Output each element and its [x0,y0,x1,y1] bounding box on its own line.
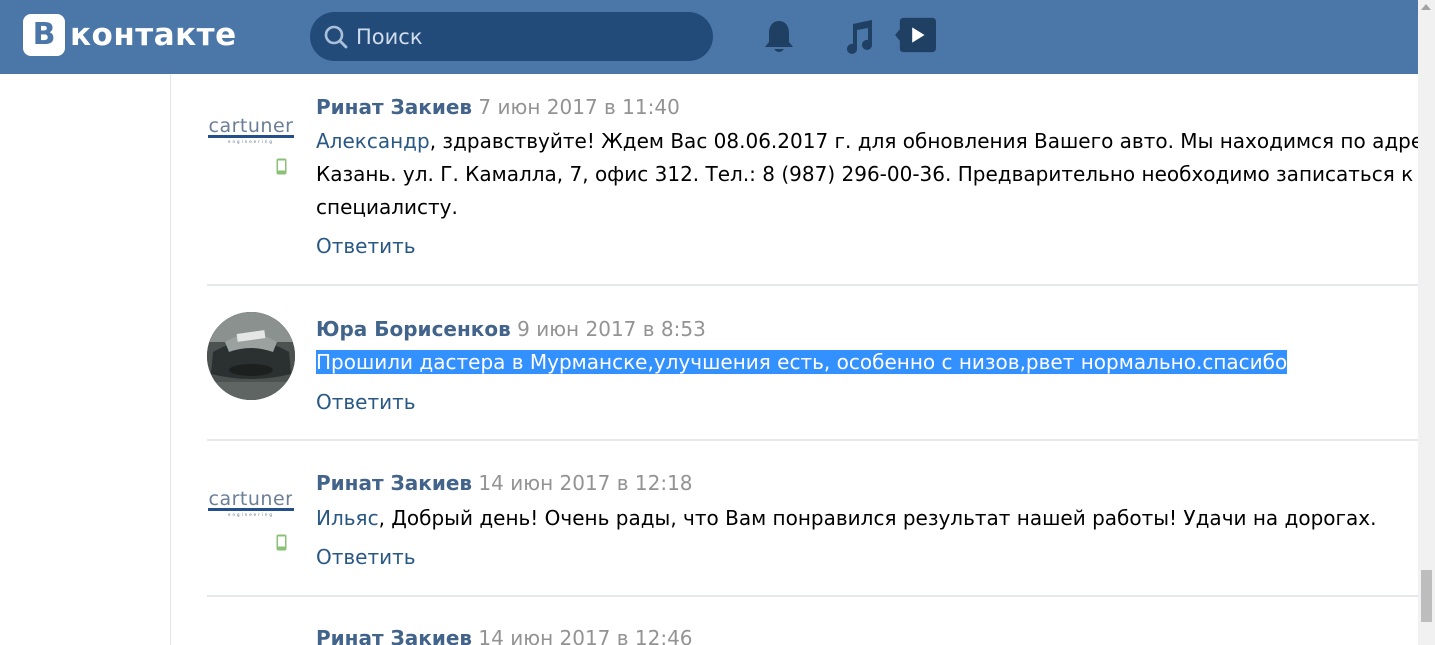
vk-logo-text: контакте [70,17,237,53]
comment-body: , Добрый день! Очень рады, что Вам понра… [378,506,1377,530]
comment-author[interactable]: Ринат Закиев [316,95,472,119]
vk-logo-icon: В [23,14,65,56]
svg-text:cartuner: cartuner [209,115,294,137]
comment-item: Ринат Закиев 14 июн 2017 в 12:46 [207,624,1418,645]
music-icon[interactable] [842,18,876,56]
comment-text: Александр, здравствуйте! Ждем Вас 08.06.… [316,125,1435,224]
comment-date[interactable]: 7 июн 2017 в 11:40 [478,95,679,119]
reply-button[interactable]: Ответить [316,390,416,414]
mobile-icon [276,158,287,175]
comment-item: cartuner engineering Ринат Закиев 7 июн … [207,90,1435,280]
reply-button[interactable]: Ответить [316,545,416,569]
car-photo-image [207,312,295,400]
comment-text: Прошили дастера в Мурманске,улучшения ес… [316,346,1435,379]
comment-author[interactable]: Ринат Закиев [316,626,472,645]
avatar[interactable] [207,312,295,400]
divider [207,595,1418,597]
comment-author[interactable]: Ринат Закиев [316,471,472,495]
vk-page: В контакте cartuner engi [0,0,1435,645]
page-scrollbar[interactable] [1418,0,1435,645]
comment-header: Ринат Закиев 14 июн 2017 в 12:46 [316,626,693,645]
comment-date[interactable]: 14 июн 2017 в 12:18 [478,471,692,495]
svg-text:engineering: engineering [228,139,274,144]
comment-text: Ильяс, Добрый день! Очень рады, что Вам … [316,502,1435,535]
comment-item: cartuner engineering Ринат Закиев 14 июн… [207,467,1418,587]
mention-link[interactable]: Ильяс [316,506,379,530]
comment-item: Юра Борисенков 9 июн 2017 в 8:53 Прошили… [207,312,1418,432]
comment-body: , здравствуйте! Ждем Вас 08.06.2017 г. д… [316,129,1435,219]
left-column-border [170,74,171,645]
search-input[interactable] [356,12,696,61]
comment-date[interactable]: 9 июн 2017 в 8:53 [517,317,706,341]
bell-icon[interactable] [762,18,796,56]
reply-button[interactable]: Ответить [316,234,416,258]
video-icon[interactable] [893,16,939,54]
comment-body: Прошили дастера в Мурманске,улучшения ес… [316,350,1288,374]
comment-header: Ринат Закиев 14 июн 2017 в 12:18 [316,471,693,495]
svg-text:engineering: engineering [228,512,274,517]
search-box[interactable] [310,12,713,61]
comment-header: Ринат Закиев 7 июн 2017 в 11:40 [316,95,680,119]
mention-link[interactable]: Александр [316,129,430,153]
vk-logo[interactable]: В контакте [23,14,237,56]
scroll-up-arrow-icon[interactable] [1421,4,1431,10]
comment-header: Юра Борисенков 9 июн 2017 в 8:53 [316,317,706,341]
mobile-icon [276,534,287,551]
comment-date[interactable]: 14 июн 2017 в 12:46 [478,626,692,645]
divider [207,439,1418,441]
search-icon [324,25,348,49]
divider [207,284,1418,286]
svg-text:cartuner: cartuner [209,488,294,510]
scrollbar-thumb[interactable] [1421,570,1432,622]
comment-author[interactable]: Юра Борисенков [316,317,511,341]
top-header: В контакте [0,0,1418,74]
